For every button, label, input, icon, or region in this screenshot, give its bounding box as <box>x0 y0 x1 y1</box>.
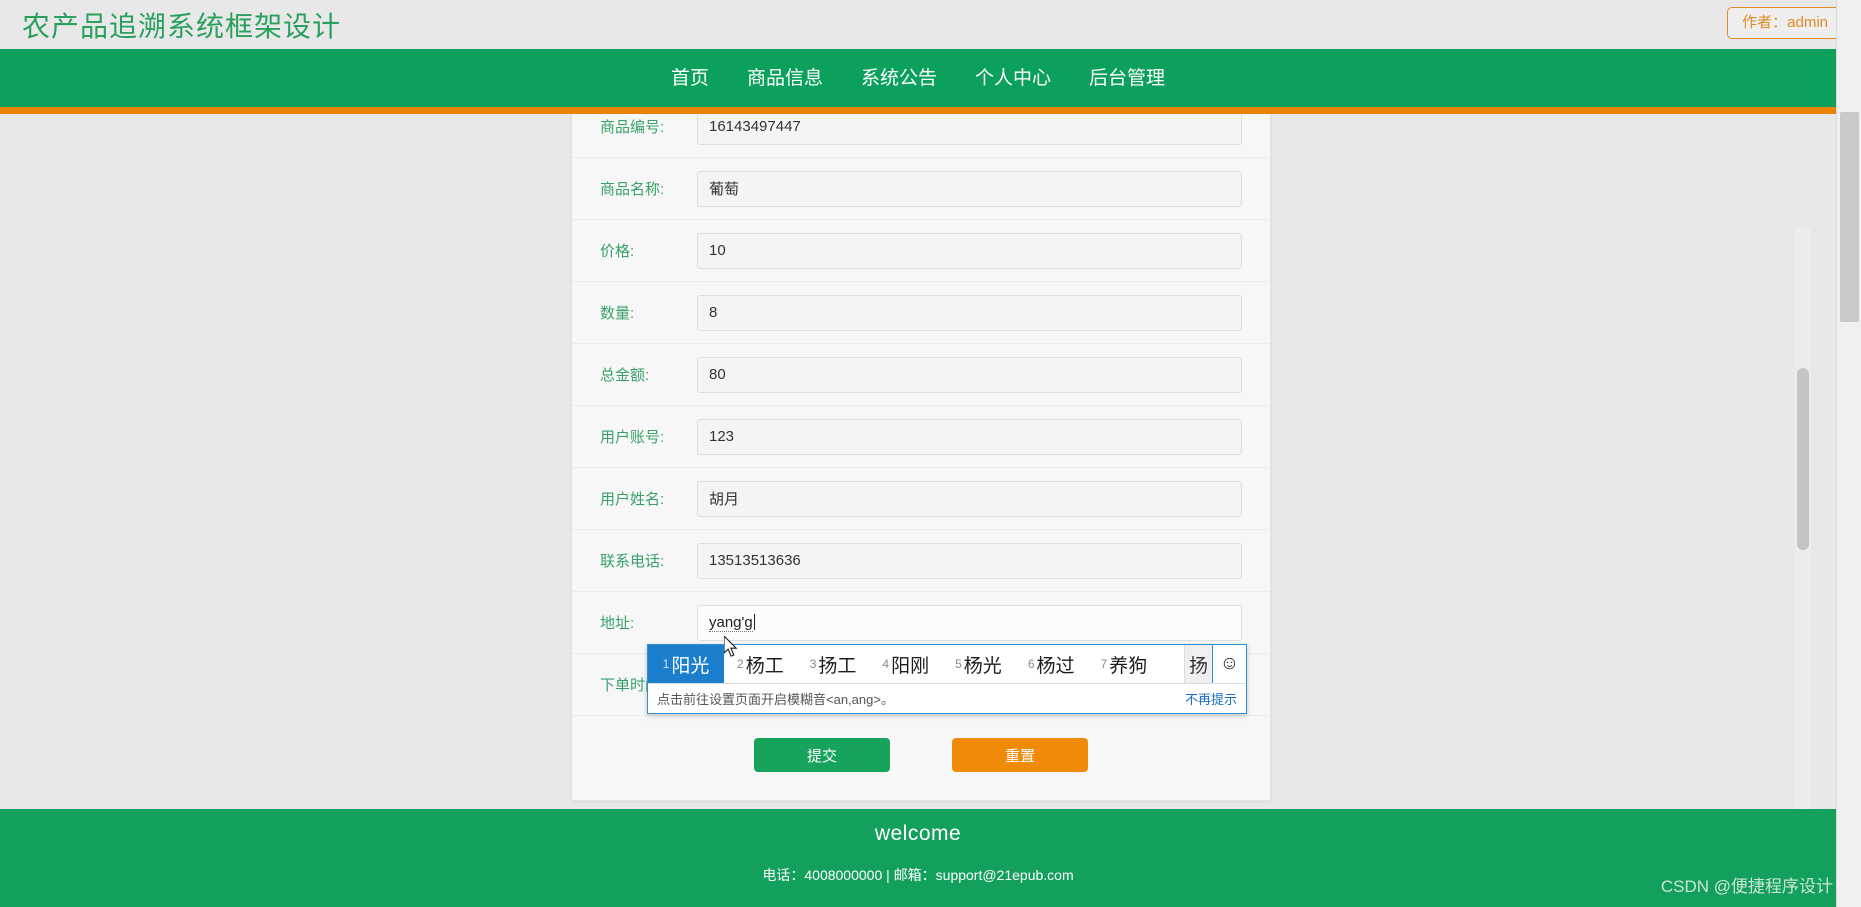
ime-candidate-list: 1 阳光 2 杨工 3 扬工 4 阳刚 5 杨光 6 杨过 7 养狗 扬 ☺ <box>648 645 1246 684</box>
ime-more-candidates-button[interactable]: 扬 <box>1184 645 1212 683</box>
ime-candidate-1[interactable]: 1 阳光 <box>648 645 724 683</box>
label-quantity: 数量: <box>600 305 635 322</box>
ime-candidate-4-text: 阳刚 <box>891 655 930 677</box>
ime-candidate-7-index: 7 <box>1100 657 1108 671</box>
ime-candidate-7-text: 养狗 <box>1109 655 1148 677</box>
label-product-name: 商品名称: <box>600 181 665 198</box>
nav-items-container: 首页 商品信息 系统公告 个人中心 后台管理 <box>652 69 1184 88</box>
ime-candidate-4[interactable]: 4 阳刚 <box>869 645 942 683</box>
main-navigation: 首页 商品信息 系统公告 个人中心 后台管理 <box>0 49 1836 107</box>
footer-contact-text: 电话：4008000000 | 邮箱：support@21epub.com <box>762 867 1074 883</box>
nav-item-personal[interactable]: 个人中心 <box>956 69 1070 88</box>
content-scrollbar-track[interactable] <box>1795 228 1811 809</box>
ime-tip-bar: 点击前往设置页面开启模糊音<an,ang>。 不再提示 <box>648 684 1246 713</box>
ime-dismiss-tip-link[interactable]: 不再提示 <box>1185 689 1237 708</box>
label-user-name: 用户姓名: <box>600 491 665 508</box>
input-user-name[interactable] <box>697 480 1242 517</box>
window-scrollbar-thumb[interactable] <box>1840 112 1859 322</box>
nav-item-admin[interactable]: 后台管理 <box>1070 69 1184 88</box>
label-total-amount: 总金额: <box>600 367 650 384</box>
title-bar: 农产品追溯系统框架设计 <box>0 0 1836 49</box>
form-row-user-account: 用户账号: <box>572 406 1270 468</box>
form-row-product-name: 商品名称: <box>572 158 1270 220</box>
ime-candidate-spacer <box>1160 645 1184 683</box>
footer-welcome-text: welcome <box>874 822 962 845</box>
ime-candidate-7[interactable]: 7 养狗 <box>1088 645 1161 683</box>
input-user-account[interactable] <box>697 418 1242 455</box>
ime-candidate-4-index: 4 <box>882 657 890 671</box>
reset-button[interactable]: 重置 <box>952 738 1088 772</box>
ime-candidate-2[interactable]: 2 杨工 <box>724 645 797 683</box>
ime-candidate-3[interactable]: 3 扬工 <box>797 645 870 683</box>
author-badge[interactable]: 作者：admin <box>1727 7 1843 39</box>
form-row-phone: 联系电话: <box>572 530 1270 592</box>
submit-button[interactable]: 提交 <box>754 738 890 772</box>
ime-candidate-6-text: 杨过 <box>1036 655 1075 677</box>
form-row-price: 价格: <box>572 220 1270 282</box>
ime-candidate-5-text: 杨光 <box>963 655 1002 677</box>
label-price: 价格: <box>600 243 635 260</box>
ime-candidate-1-index: 1 <box>662 657 670 671</box>
form-row-quantity: 数量: <box>572 282 1270 344</box>
form-row-user-name: 用户姓名: <box>572 468 1270 530</box>
input-phone[interactable] <box>697 542 1242 579</box>
ime-candidate-window: 1 阳光 2 杨工 3 扬工 4 阳刚 5 杨光 6 杨过 7 养狗 扬 ☺ 点… <box>647 644 1247 714</box>
form-row-product-id: 商品编号: <box>572 114 1270 158</box>
label-phone: 联系电话: <box>600 553 665 570</box>
content-scrollbar-thumb[interactable] <box>1797 368 1809 550</box>
input-product-name[interactable] <box>697 170 1242 207</box>
window-scrollbar-track[interactable] <box>1836 0 1861 907</box>
ime-candidate-5-index: 5 <box>955 657 962 671</box>
ime-candidate-1-text: 阳光 <box>671 655 710 677</box>
label-address: 地址: <box>600 615 635 632</box>
nav-accent-bar <box>0 107 1836 114</box>
address-composition-text: yang'g <box>709 613 753 632</box>
ime-candidate-3-text: 扬工 <box>818 655 857 677</box>
app-root: 农产品追溯系统框架设计 作者：admin 首页 商品信息 系统公告 个人中心 后… <box>0 0 1861 907</box>
form-actions: 提交 重置 <box>572 716 1270 782</box>
input-total-amount[interactable] <box>697 356 1242 393</box>
label-product-id: 商品编号: <box>600 119 665 136</box>
nav-item-products[interactable]: 商品信息 <box>728 69 842 88</box>
emoji-icon[interactable]: ☺ <box>1212 645 1246 683</box>
text-caret <box>753 613 755 630</box>
ime-tip-text: 点击前往设置页面开启模糊音<an,ang>。 <box>657 692 894 707</box>
form-row-total-amount: 总金额: <box>572 344 1270 406</box>
page-title: 农产品追溯系统框架设计 <box>22 10 342 42</box>
ime-candidate-3-index: 3 <box>809 657 817 671</box>
ime-candidate-5[interactable]: 5 杨光 <box>942 645 1015 683</box>
ime-candidate-6-index: 6 <box>1027 657 1035 671</box>
label-user-account: 用户账号: <box>600 429 665 446</box>
nav-item-notices[interactable]: 系统公告 <box>842 69 956 88</box>
input-price[interactable] <box>697 232 1242 269</box>
input-quantity[interactable] <box>697 294 1242 331</box>
ime-candidate-2-index: 2 <box>737 657 744 671</box>
page-footer: welcome 电话：4008000000 | 邮箱：support@21epu… <box>0 809 1836 907</box>
input-product-id[interactable] <box>697 114 1242 145</box>
ime-candidate-6[interactable]: 6 杨过 <box>1015 645 1088 683</box>
csdn-watermark: CSDN @便捷程序设计 <box>1660 877 1833 896</box>
input-address[interactable]: yang'g <box>697 604 1242 641</box>
ime-candidate-2-text: 杨工 <box>745 655 784 677</box>
nav-item-home[interactable]: 首页 <box>652 69 728 88</box>
